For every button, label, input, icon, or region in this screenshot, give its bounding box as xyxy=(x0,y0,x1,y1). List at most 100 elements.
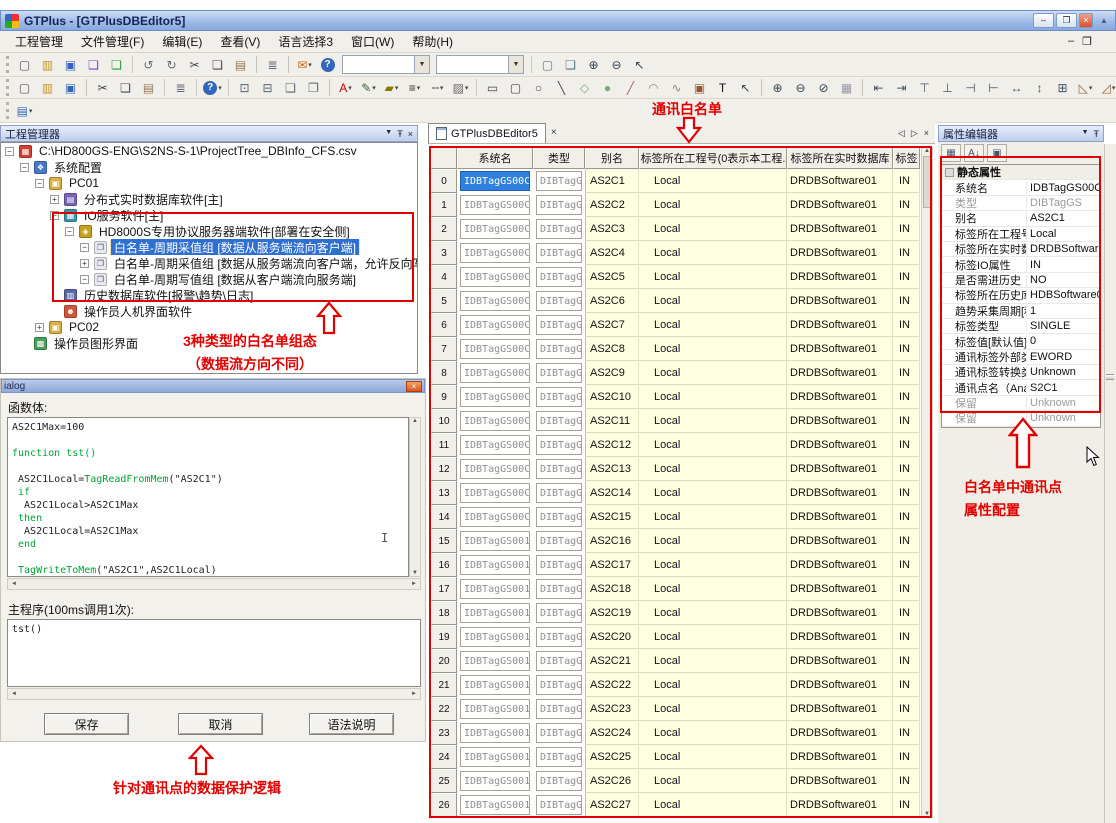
cell-system-name[interactable]: IDBTagGS00CB xyxy=(460,411,530,431)
cell-project-no[interactable]: Local xyxy=(639,697,787,721)
line-color-icon[interactable]: ✎▾ xyxy=(358,78,379,97)
property-value[interactable]: IDBTagGS00C1 xyxy=(1026,182,1100,194)
cell-rtdb[interactable]: DRDBSoftware01 xyxy=(787,169,893,193)
tree-item[interactable]: −◈HD8000S专用协议服务器端软件[部署在安全侧] xyxy=(1,223,417,239)
cell-io-attr[interactable]: IN xyxy=(893,793,920,817)
dropdown-icon[interactable]: ▾ xyxy=(395,84,399,92)
ellipse-tool-icon[interactable]: ○ xyxy=(528,78,549,97)
cell-rtdb[interactable]: DRDBSoftware01 xyxy=(787,745,893,769)
toolbar-grip[interactable] xyxy=(6,79,9,96)
cell-io-attr[interactable]: IN xyxy=(893,241,920,265)
cell-io-attr[interactable]: IN xyxy=(893,553,920,577)
cell-alias[interactable]: AS2C11 xyxy=(585,409,639,433)
dropdown-icon[interactable]: ▾ xyxy=(1112,84,1116,92)
tree-item[interactable]: ▥历史数据库软件[报警\趋势\日志] xyxy=(1,287,417,303)
cell-rtdb[interactable]: DRDBSoftware01 xyxy=(787,313,893,337)
align-bottom-icon[interactable]: ⊥ xyxy=(937,78,958,97)
cell-alias[interactable]: AS2C26 xyxy=(585,769,639,793)
mdi-minimize-icon[interactable]: – xyxy=(1068,35,1074,48)
code-vertical-scrollbar[interactable]: ▲ ▼ xyxy=(409,417,421,577)
cell-rtdb[interactable]: DRDBSoftware01 xyxy=(787,265,893,289)
line-tool-icon[interactable]: ╲ xyxy=(551,78,572,97)
scroll-up-icon[interactable]: ▲ xyxy=(412,418,418,424)
row-number[interactable]: 22 xyxy=(431,697,457,721)
menu-item[interactable]: 语言选择3 xyxy=(269,31,342,52)
cell-io-attr[interactable]: IN xyxy=(893,361,920,385)
send-back-icon[interactable]: ❐ xyxy=(303,78,324,97)
cell-rtdb[interactable]: DRDBSoftware01 xyxy=(787,481,893,505)
tree-item[interactable]: −▦IO服务软件[主] xyxy=(1,207,417,223)
panel-menu-icon[interactable]: ▼ xyxy=(1082,129,1089,139)
slash-tool-icon[interactable]: ╱ xyxy=(620,78,641,97)
cell-alias[interactable]: AS2C21 xyxy=(585,649,639,673)
row-number[interactable]: 24 xyxy=(431,745,457,769)
cell-type[interactable]: DIBTagGS xyxy=(536,507,582,527)
toolbar-grip[interactable] xyxy=(6,102,9,119)
cell-alias[interactable]: AS2C5 xyxy=(585,265,639,289)
cell-alias[interactable]: AS2C16 xyxy=(585,529,639,553)
row-number[interactable]: 21 xyxy=(431,673,457,697)
combobox-dropdown-icon[interactable]: ▼ xyxy=(508,56,523,73)
property-pages-icon[interactable]: ▣ xyxy=(987,144,1007,162)
cell-io-attr[interactable]: IN xyxy=(893,433,920,457)
combobox-dropdown-icon[interactable]: ▼ xyxy=(414,56,429,73)
sort-alpha-icon[interactable]: A↓ xyxy=(964,144,984,162)
cell-system-name[interactable]: IDBTagGS00CD xyxy=(460,459,530,479)
cell-io-attr[interactable]: IN xyxy=(893,745,920,769)
text-tool-icon[interactable]: T xyxy=(712,78,733,97)
pointer-icon[interactable]: ↖ xyxy=(629,55,650,74)
help-icon[interactable]: ? xyxy=(317,55,338,74)
cell-project-no[interactable]: Local xyxy=(639,457,787,481)
dropdown-icon[interactable]: ▾ xyxy=(465,84,469,92)
splitter-handle[interactable] xyxy=(1106,374,1114,380)
cell-alias[interactable]: AS2C1 xyxy=(585,169,639,193)
zoom-region-icon[interactable]: ⊘ xyxy=(813,78,834,97)
restore-button[interactable]: ❐ xyxy=(1056,13,1077,28)
cell-type[interactable]: DIBTagGS xyxy=(536,315,582,335)
same-width-icon[interactable]: ↔ xyxy=(1006,78,1027,97)
row-number[interactable]: 4 xyxy=(431,265,457,289)
dialog-close-icon[interactable]: × xyxy=(406,381,422,392)
hatch-style-icon[interactable]: ▨▾ xyxy=(450,78,471,97)
rotate-left-icon[interactable]: ◺▾ xyxy=(1075,78,1096,97)
mdi-restore-icon[interactable]: ❐ xyxy=(1082,35,1092,48)
menu-item[interactable]: 工程管理 xyxy=(6,31,72,52)
cell-system-name[interactable]: IDBTagGS00C4 xyxy=(460,243,530,263)
save-icon[interactable]: ▣ xyxy=(60,78,81,97)
group-icon[interactable]: ⊡ xyxy=(234,78,255,97)
category-expander-icon[interactable] xyxy=(945,168,954,177)
copy-icon[interactable]: ❏ xyxy=(207,55,228,74)
cut-icon[interactable]: ✂ xyxy=(184,55,205,74)
tab-close-icon[interactable]: × xyxy=(546,127,562,138)
cell-rtdb[interactable]: DRDBSoftware01 xyxy=(787,289,893,313)
export-icon[interactable]: ✉▾ xyxy=(294,55,315,74)
column-header[interactable] xyxy=(431,147,457,169)
row-number[interactable]: 6 xyxy=(431,313,457,337)
row-number[interactable]: 26 xyxy=(431,793,457,817)
property-value[interactable]: 1 xyxy=(1026,305,1100,317)
cell-project-no[interactable]: Local xyxy=(639,409,787,433)
main-program-editor[interactable]: tst() xyxy=(7,619,421,687)
row-number[interactable]: 25 xyxy=(431,769,457,793)
cut-icon[interactable]: ✂ xyxy=(92,78,113,97)
cell-io-attr[interactable]: IN xyxy=(893,169,920,193)
cell-project-no[interactable]: Local xyxy=(639,625,787,649)
open-icon[interactable]: ▥ xyxy=(37,78,58,97)
dropdown-icon[interactable]: ▾ xyxy=(372,84,376,92)
row-number[interactable]: 19 xyxy=(431,625,457,649)
select-multi-icon[interactable]: ❏ xyxy=(560,55,581,74)
cell-rtdb[interactable]: DRDBSoftware01 xyxy=(787,553,893,577)
filled-polygon-tool-icon[interactable]: ● xyxy=(597,78,618,97)
cell-type[interactable]: DIBTagGS xyxy=(536,219,582,239)
cell-rtdb[interactable]: DRDBSoftware01 xyxy=(787,649,893,673)
cell-alias[interactable]: AS2C6 xyxy=(585,289,639,313)
cell-type[interactable]: DIBTagGS xyxy=(536,795,582,815)
dropdown-icon[interactable]: ▾ xyxy=(218,84,222,92)
save-button[interactable]: 保存 xyxy=(44,713,129,735)
cell-project-no[interactable]: Local xyxy=(639,721,787,745)
column-header[interactable]: 系统名 xyxy=(457,147,533,169)
cell-alias[interactable]: AS2C3 xyxy=(585,217,639,241)
dropdown-icon[interactable]: ▾ xyxy=(308,61,312,69)
cell-type[interactable]: DIBTagGS xyxy=(536,483,582,503)
menu-item[interactable]: 编辑(E) xyxy=(153,31,211,52)
